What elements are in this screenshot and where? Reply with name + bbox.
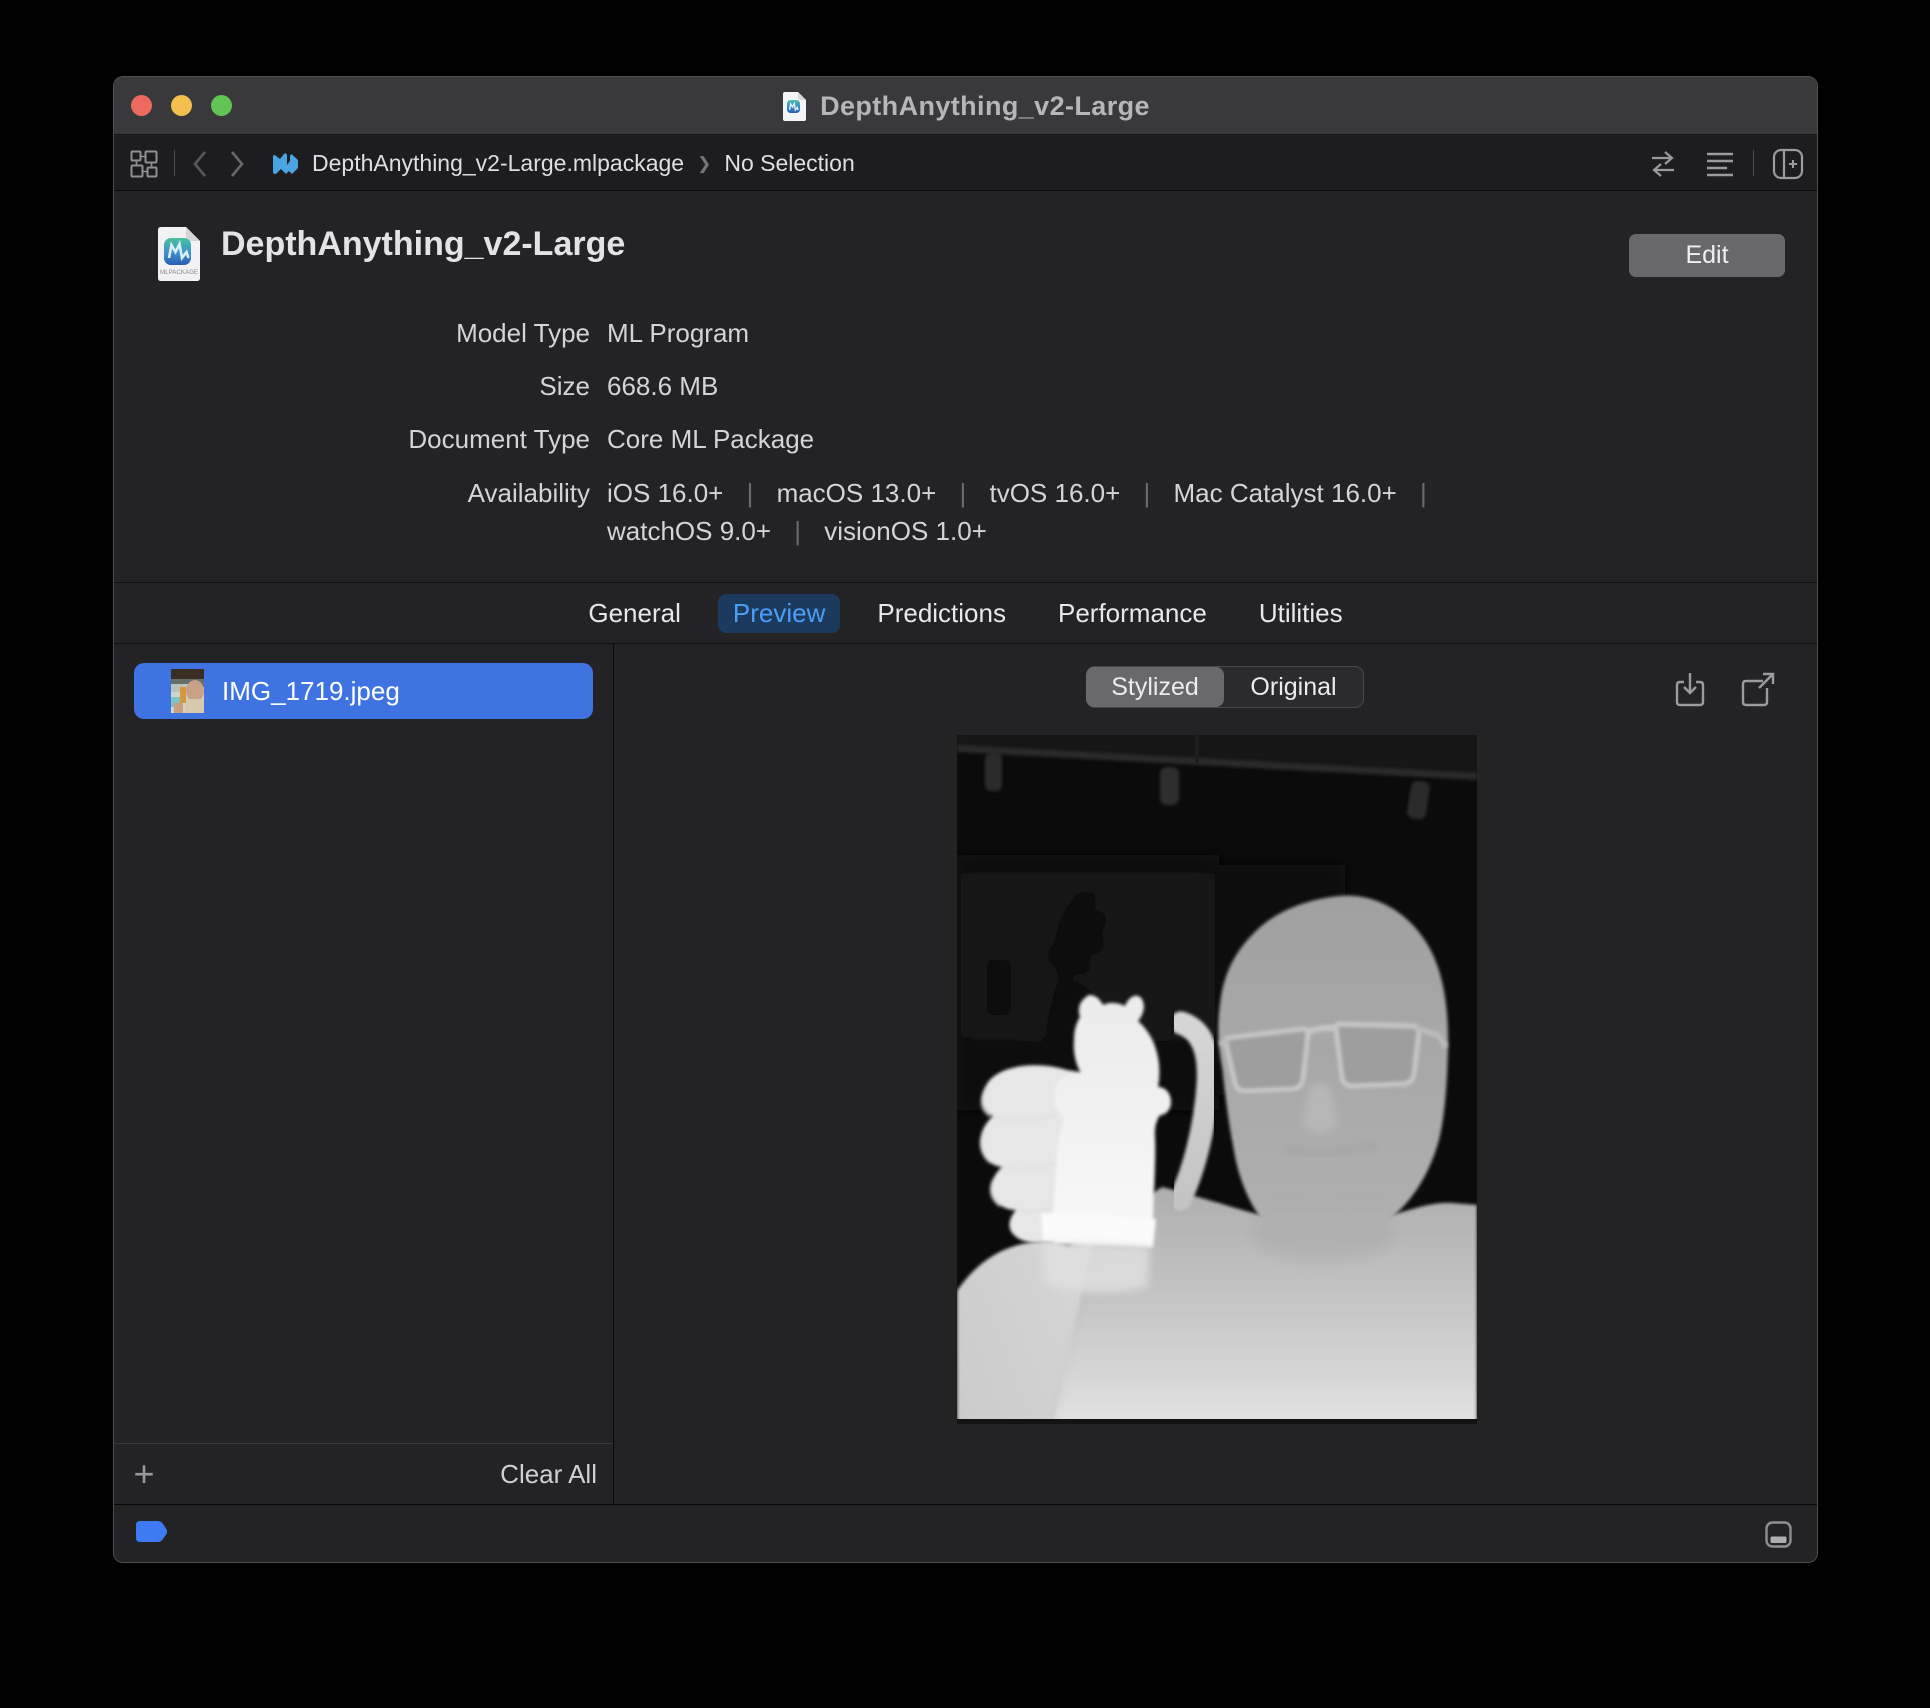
svg-text:MLPACKAGE: MLPACKAGE [160, 269, 198, 276]
